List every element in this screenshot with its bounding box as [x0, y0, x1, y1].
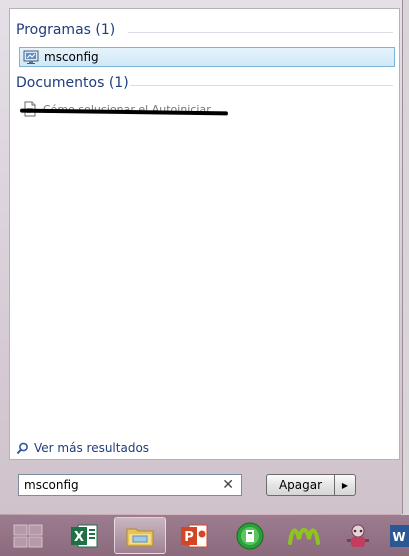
windows-logo-icon: [13, 524, 43, 547]
result-item-label: msconfig: [44, 50, 99, 64]
result-item-msconfig[interactable]: msconfig: [19, 47, 395, 67]
start-button[interactable]: [2, 517, 54, 554]
character-app-icon: [347, 524, 369, 547]
folder-icon: [126, 528, 154, 546]
shutdown-options-button[interactable]: ▶: [334, 474, 356, 496]
triangle-right-icon: ▶: [341, 480, 349, 490]
see-more-results-label: Ver más resultados: [34, 441, 150, 455]
taskbar: X P W: [0, 515, 409, 556]
group-divider: [130, 85, 393, 86]
svg-text:W: W: [392, 530, 405, 544]
excel-icon: X: [71, 524, 98, 547]
taskbar-powerpoint[interactable]: P: [168, 517, 220, 554]
group-divider: [128, 32, 393, 33]
movistar-icon: [288, 527, 320, 545]
close-icon[interactable]: ✕: [222, 477, 234, 493]
start-menu: Programas (1) msconfig Documentos (1) Có…: [0, 0, 403, 514]
group-header-programs: Programas (1): [16, 22, 116, 38]
taskbar-green-app[interactable]: [224, 517, 276, 554]
shutdown-button[interactable]: Apagar: [266, 474, 334, 496]
taskbar-explorer[interactable]: [114, 517, 166, 554]
taskbar-game[interactable]: [332, 517, 384, 554]
taskbar-word[interactable]: W: [388, 517, 409, 554]
taskbar-movistar[interactable]: [278, 517, 330, 554]
search-input[interactable]: [24, 478, 214, 492]
word-icon: W: [390, 524, 409, 547]
search-icon: [16, 442, 28, 454]
powerpoint-icon: P: [181, 524, 208, 547]
search-box[interactable]: ✕: [18, 474, 242, 496]
search-results-panel: Programas (1) msconfig Documentos (1) Có…: [9, 8, 400, 460]
see-more-results-link[interactable]: Ver más resultados: [16, 441, 149, 455]
svg-text:P: P: [184, 530, 194, 545]
msconfig-app-icon: [23, 50, 39, 64]
taskbar-excel[interactable]: X: [58, 517, 110, 554]
shutdown-control: Apagar ▶: [266, 474, 356, 496]
green-circle-app-icon: [236, 522, 264, 549]
group-header-documents: Documentos (1): [16, 75, 129, 91]
svg-text:X: X: [74, 530, 84, 545]
